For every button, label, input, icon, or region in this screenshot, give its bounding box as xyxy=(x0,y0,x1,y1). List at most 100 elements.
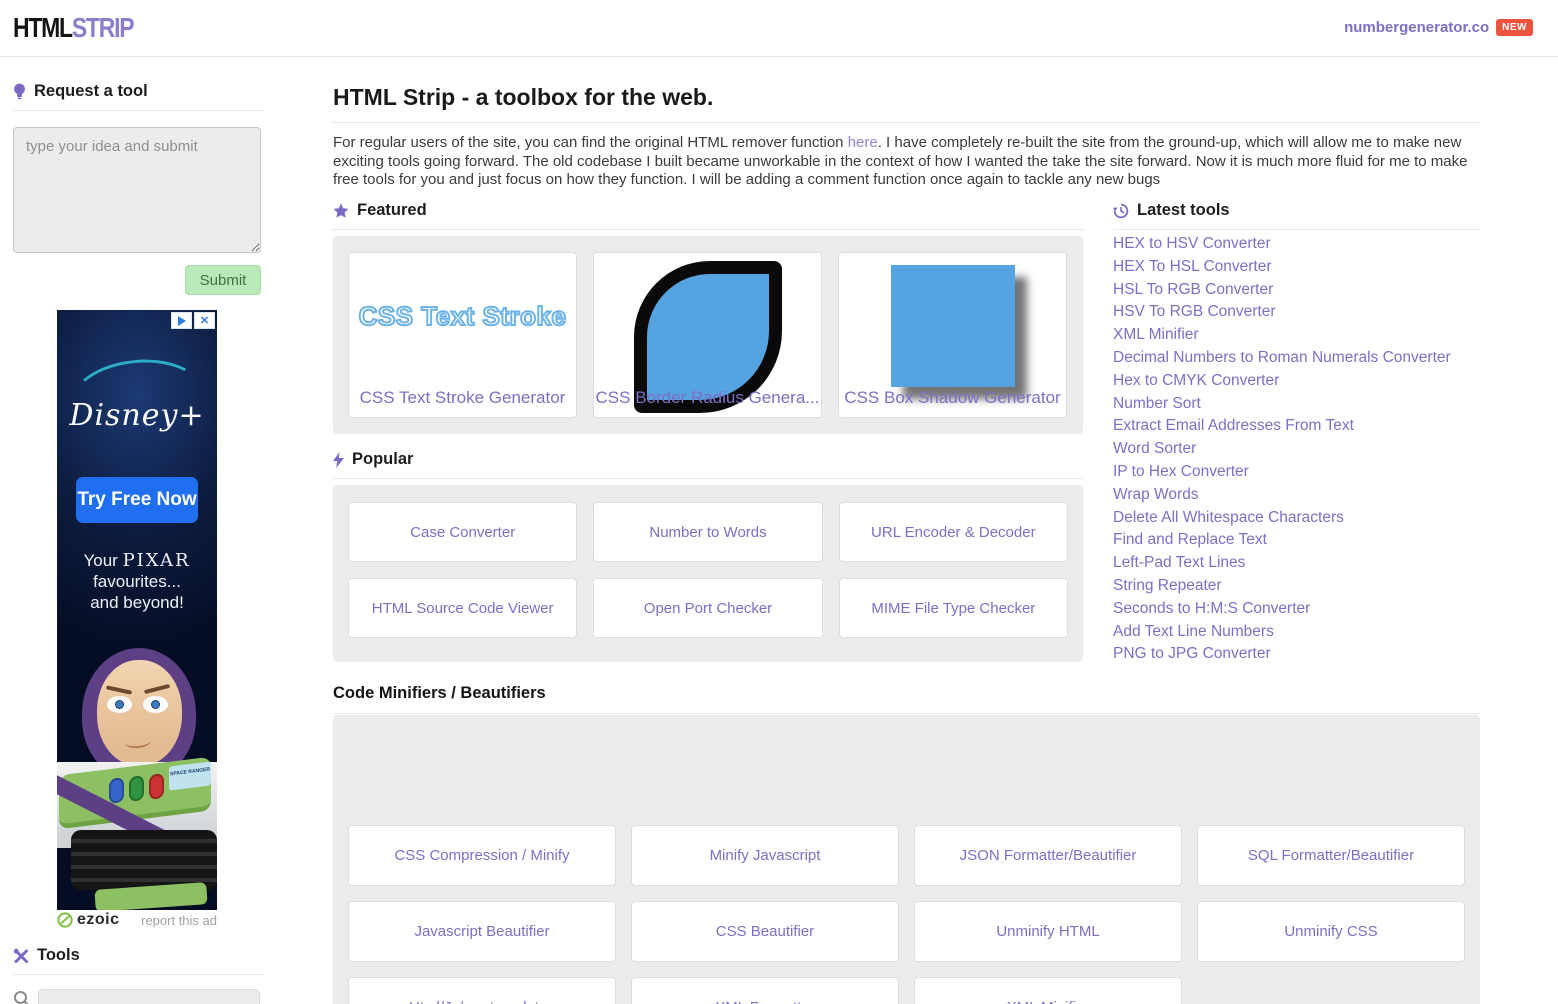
disney-plus-ad[interactable]: ✕ Disney+ Try Free Now Your PIXAR favour… xyxy=(57,310,217,910)
featured-card-border-radius[interactable]: CSS Border Radius Genera... xyxy=(593,252,822,418)
latest-tool-link[interactable]: Hex to CMYK Converter xyxy=(1113,370,1480,393)
tools-search-input[interactable] xyxy=(38,989,260,1004)
popular-panel: Case Converter Number to Words URL Encoder… xyxy=(333,485,1083,662)
ad-tagline: Your PIXAR favourites... and beyond! xyxy=(57,550,217,613)
featured-card-box-shadow[interactable]: CSS Box Shadow Generator xyxy=(838,252,1067,418)
minifier-tool-button[interactable]: Html/Js/css templates xyxy=(348,977,616,1004)
code-minifiers-grid: CSS Compression / MinifyMinify Javascrip… xyxy=(348,825,1465,1004)
latest-tool-link[interactable]: Number Sort xyxy=(1113,393,1480,416)
code-minifiers-title: Code Minifiers / Beautifiers xyxy=(333,684,1480,714)
page: HTMLSTRIP numbergenerator.co NEW Request… xyxy=(0,0,1558,1004)
minifier-tool-button[interactable]: XML Formatter xyxy=(631,977,899,1004)
adchoices-icon[interactable] xyxy=(171,312,192,329)
featured-heading: Featured xyxy=(333,201,1083,230)
popular-tool-button[interactable]: MIME File Type Checker xyxy=(839,578,1068,638)
code-minifiers-panel: CSS Compression / MinifyMinify Javascrip… xyxy=(333,715,1480,1004)
latest-tool-link[interactable]: Extract Email Addresses From Text xyxy=(1113,415,1480,438)
buzz-hose xyxy=(71,830,217,890)
logo-text-html: HTML xyxy=(13,12,72,43)
new-badge: NEW xyxy=(1496,19,1533,36)
request-tool-heading: Request a tool xyxy=(13,82,265,111)
latest-tool-link[interactable]: Left-Pad Text Lines xyxy=(1113,552,1480,575)
buzz-button-green xyxy=(129,775,144,802)
ad-close-icon[interactable]: ✕ xyxy=(194,312,215,329)
minifier-tool-button[interactable]: XML Minifier xyxy=(914,977,1182,1004)
minifier-tool-button[interactable]: Unminify CSS xyxy=(1197,901,1465,962)
latest-tool-link[interactable]: Seconds to H:M:S Converter xyxy=(1113,598,1480,621)
latest-tools-heading: Latest tools xyxy=(1113,201,1480,230)
ezoic-icon xyxy=(57,912,73,928)
tagline-your: Your xyxy=(83,551,122,570)
buzz-eye-left xyxy=(107,696,132,713)
popular-grid: Case Converter Number to Words URL Encoder… xyxy=(348,502,1068,638)
latest-tool-link[interactable]: HEX To HSL Converter xyxy=(1113,256,1480,279)
popular-tool-button[interactable]: Number to Words xyxy=(593,502,822,562)
latest-tool-link[interactable]: String Repeater xyxy=(1113,575,1480,598)
submit-button[interactable]: Submit xyxy=(185,265,261,295)
ad-corner-controls: ✕ xyxy=(171,312,215,329)
minifier-tool-button[interactable]: SQL Formatter/Beautifier xyxy=(1197,825,1465,886)
disney-plus-logo: Disney+ xyxy=(57,398,217,433)
text-stroke-preview: CSS Text Stroke xyxy=(349,301,576,332)
tagline-favourites: favourites... xyxy=(57,571,217,592)
header: HTMLSTRIP numbergenerator.co NEW xyxy=(0,0,1558,57)
popular-tool-button[interactable]: HTML Source Code Viewer xyxy=(348,578,577,638)
box-shadow-preview xyxy=(891,265,1015,387)
latest-tool-link[interactable]: IP to Hex Converter xyxy=(1113,461,1480,484)
ezoic-brand[interactable]: ezoic xyxy=(57,911,120,929)
ad-footer-row: ezoic report this ad xyxy=(57,911,217,929)
intro-text-before: For regular users of the site, you can f… xyxy=(333,134,848,151)
featured-title: Featured xyxy=(357,201,427,220)
featured-card-label: CSS Border Radius Genera... xyxy=(594,388,821,408)
history-icon xyxy=(1113,203,1129,219)
latest-tool-link[interactable]: Find and Replace Text xyxy=(1113,529,1480,552)
featured-panel: CSS Text Stroke CSS Text Stroke Generato… xyxy=(333,236,1083,434)
latest-tool-link[interactable]: Decimal Numbers to Roman Numerals Conver… xyxy=(1113,347,1480,370)
minifier-tool-button[interactable]: CSS Compression / Minify xyxy=(348,825,616,886)
tagline-pixar: PIXAR xyxy=(123,550,191,571)
popular-tool-button[interactable]: Open Port Checker xyxy=(593,578,822,638)
tools-heading: Tools xyxy=(13,946,265,975)
ezoic-label: ezoic xyxy=(77,911,120,929)
latest-tool-link[interactable]: XML Minifier xyxy=(1113,324,1480,347)
popular-tool-button[interactable]: URL Encoder & Decoder xyxy=(839,502,1068,562)
site-logo[interactable]: HTMLSTRIP xyxy=(13,12,133,44)
intro-paragraph: For regular users of the site, you can f… xyxy=(333,134,1476,190)
logo-text-strip: STRIP xyxy=(72,12,133,43)
featured-card-label: CSS Box Shadow Generator xyxy=(839,388,1066,408)
empty-ad-slot xyxy=(348,731,1465,825)
latest-tool-link[interactable]: HSL To RGB Converter xyxy=(1113,279,1480,302)
popular-tool-button[interactable]: Case Converter xyxy=(348,502,577,562)
report-ad-link[interactable]: report this ad xyxy=(141,913,217,928)
request-tool-input[interactable] xyxy=(13,127,261,253)
latest-tool-link[interactable]: PNG to JPG Converter xyxy=(1113,643,1480,666)
latest-tool-link[interactable]: HEX to HSV Converter xyxy=(1113,233,1480,256)
latest-tools-list: HEX to HSV ConverterHEX To HSL Converter… xyxy=(1113,233,1480,666)
minifier-tool-button[interactable]: Javascript Beautifier xyxy=(348,901,616,962)
request-tool-title: Request a tool xyxy=(34,82,148,101)
here-link[interactable]: here xyxy=(848,134,878,151)
latest-tools-title: Latest tools xyxy=(1137,201,1230,220)
tagline-beyond: and beyond! xyxy=(57,592,217,613)
code-minifiers-heading: Code Minifiers / Beautifiers xyxy=(333,684,1480,714)
minifier-tool-button[interactable]: Unminify HTML xyxy=(914,901,1182,962)
latest-tool-link[interactable]: Add Text Line Numbers xyxy=(1113,621,1480,644)
promo-area: numbergenerator.co NEW xyxy=(1344,19,1533,36)
search-icon xyxy=(13,990,31,1004)
featured-card-text-stroke[interactable]: CSS Text Stroke CSS Text Stroke Generato… xyxy=(348,252,577,418)
page-title: HTML Strip - a toolbox for the web. xyxy=(333,82,1480,123)
minifier-tool-button[interactable]: JSON Formatter/Beautifier xyxy=(914,825,1182,886)
promo-link[interactable]: numbergenerator.co xyxy=(1344,19,1489,36)
minifier-tool-button[interactable]: Minify Javascript xyxy=(631,825,899,886)
latest-tool-link[interactable]: Wrap Words xyxy=(1113,484,1480,507)
latest-tool-link[interactable]: Delete All Whitespace Characters xyxy=(1113,507,1480,530)
popular-title: Popular xyxy=(352,450,413,469)
tools-title: Tools xyxy=(37,946,80,965)
buzz-button-red xyxy=(149,773,164,800)
star-icon xyxy=(333,203,349,219)
latest-tool-link[interactable]: Word Sorter xyxy=(1113,438,1480,461)
minifier-tool-button[interactable]: CSS Beautifier xyxy=(631,901,899,962)
buzz-button-blue xyxy=(109,777,124,804)
try-free-now-button[interactable]: Try Free Now xyxy=(76,477,198,523)
latest-tool-link[interactable]: HSV To RGB Converter xyxy=(1113,301,1480,324)
